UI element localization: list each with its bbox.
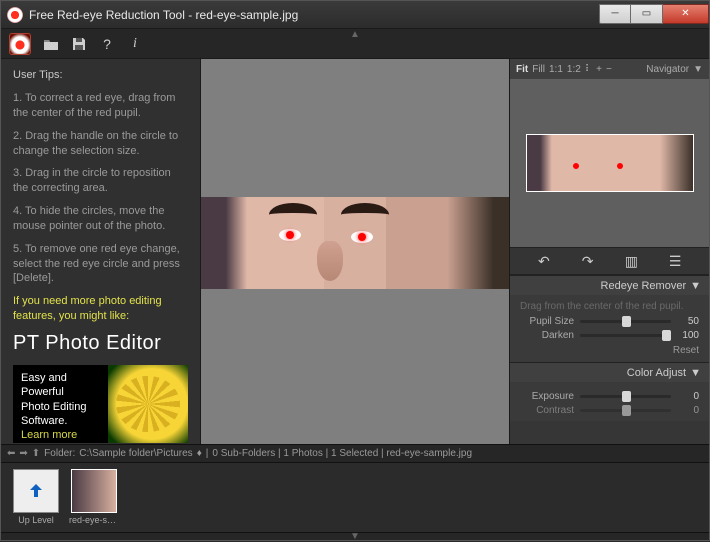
exposure-slider[interactable] (580, 395, 671, 398)
redeye-panel-header[interactable]: Redeye Remover ▼ (510, 275, 709, 295)
nav-up-icon[interactable]: ⬆ (32, 448, 40, 459)
promo-text: Easy and Powerful Photo Editing Software… (13, 365, 108, 443)
info-icon[interactable]: i (127, 36, 143, 52)
darken-value: 100 (677, 330, 699, 341)
promo-learn-more[interactable]: Learn more (21, 429, 77, 441)
color-panel-title: Color Adjust (627, 367, 686, 379)
app-logo-icon (9, 33, 31, 55)
redeye-panel-body: Drag from the center of the red pupil. P… (510, 295, 709, 362)
zoom-out-icon[interactable]: − (606, 64, 612, 75)
zoom-fit[interactable]: Fit (516, 64, 528, 75)
flip-vertical-icon[interactable]: ☰ (663, 253, 687, 270)
transform-toolbar: ↶ ↷ ▥ ☰ (510, 247, 709, 275)
tip-3: 3. Drag in the circle to reposition the … (13, 166, 188, 196)
filmstrip: Up Level red-eye-sa... (1, 462, 709, 532)
window-titlebar: Free Red-eye Reduction Tool - red-eye-sa… (1, 1, 709, 29)
redeye-reset-button[interactable]: Reset (520, 345, 699, 356)
pupil-size-value: 50 (677, 316, 699, 327)
zoom-menu-icon[interactable]: ⠇ (585, 64, 592, 75)
zoom-1-2[interactable]: 1:2 (567, 64, 581, 75)
folder-path[interactable]: C:\Sample folder\Pictures (79, 448, 192, 459)
navigator-thumb[interactable] (526, 134, 694, 192)
up-level-button[interactable]: Up Level (11, 469, 61, 526)
window-close-button[interactable]: ✕ (663, 4, 709, 24)
rotate-ccw-icon[interactable]: ↶ (532, 253, 556, 270)
chevron-down-icon[interactable]: ▼ (690, 367, 701, 379)
open-folder-icon[interactable] (43, 36, 59, 52)
thumbnail-label: red-eye-sa... (69, 515, 119, 525)
contrast-label: Contrast (520, 405, 574, 416)
photo-image[interactable] (201, 197, 509, 289)
folder-dropdown-icon[interactable]: ♦ (197, 448, 202, 459)
red-eye-right[interactable] (351, 231, 373, 243)
rotate-cw-icon[interactable]: ↷ (576, 253, 600, 270)
navigator-collapse-icon[interactable]: ▼ (693, 64, 703, 75)
navigator-preview[interactable] (510, 79, 709, 247)
contrast-value: 0 (677, 405, 699, 416)
contrast-slider[interactable] (580, 409, 671, 412)
zoom-fill[interactable]: Fill (532, 64, 545, 75)
tip-5: 5. To remove one red eye change, select … (13, 242, 188, 287)
navigator-header: Fit Fill 1:1 1:2 ⠇ + − Navigator ▼ (510, 59, 709, 79)
tip-2: 2. Drag the handle on the circle to chan… (13, 129, 188, 159)
nav-fwd-icon[interactable]: ➡ (19, 448, 27, 459)
bottom-gripper-icon[interactable]: ▼ (1, 532, 709, 540)
status-counts: 0 Sub-Folders | 1 Photos | 1 Selected | … (212, 448, 472, 459)
color-panel-body: Exposure 0 Contrast 0 (510, 382, 709, 421)
status-bar: ⬅ ➡ ⬆ Folder: C:\Sample folder\Pictures … (1, 444, 709, 462)
save-icon[interactable] (71, 36, 87, 52)
promo-lead: If you need more photo editing features,… (13, 294, 188, 324)
sunflower-icon (108, 365, 188, 443)
redeye-panel-title: Redeye Remover (601, 280, 687, 292)
tip-4: 4. To hide the circles, move the mouse p… (13, 204, 188, 234)
nav-back-icon[interactable]: ⬅ (7, 448, 15, 459)
exposure-value: 0 (677, 391, 699, 402)
darken-slider[interactable] (580, 334, 671, 337)
promo-title[interactable]: PT Photo Editor (13, 332, 188, 355)
up-level-label: Up Level (18, 515, 54, 525)
window-minimize-button[interactable]: ─ (599, 4, 631, 24)
promo-box[interactable]: Easy and Powerful Photo Editing Software… (13, 365, 188, 443)
tips-heading: User Tips: (13, 69, 188, 81)
top-gripper-icon[interactable]: ▲ (350, 29, 360, 40)
navigator-title: Navigator (646, 64, 689, 75)
window-title: Free Red-eye Reduction Tool - red-eye-sa… (29, 8, 599, 22)
zoom-in-icon[interactable]: + (596, 64, 602, 75)
redeye-hint: Drag from the center of the red pupil. (520, 301, 699, 312)
exposure-label: Exposure (520, 391, 574, 402)
right-panel: Fit Fill 1:1 1:2 ⠇ + − Navigator ▼ ↶ ↷ ▥ (509, 59, 709, 444)
app-eye-icon (7, 7, 23, 23)
chevron-down-icon[interactable]: ▼ (690, 280, 701, 292)
pupil-size-slider[interactable] (580, 320, 671, 323)
thumbnail-item[interactable]: red-eye-sa... (69, 469, 119, 526)
red-eye-left[interactable] (279, 229, 301, 241)
color-panel-header[interactable]: Color Adjust ▼ (510, 362, 709, 382)
tip-1: 1. To correct a red eye, drag from the c… (13, 91, 188, 121)
help-icon[interactable]: ? (99, 36, 115, 52)
left-tips-panel: User Tips: 1. To correct a red eye, drag… (1, 59, 201, 444)
window-maximize-button[interactable]: ▭ (631, 4, 663, 24)
darken-label: Darken (520, 330, 574, 341)
pupil-size-label: Pupil Size (520, 316, 574, 327)
folder-label: Folder: (44, 448, 75, 459)
photo-canvas[interactable] (201, 59, 509, 444)
main-toolbar: ? i ▲ (1, 29, 709, 59)
zoom-1-1[interactable]: 1:1 (549, 64, 563, 75)
flip-horizontal-icon[interactable]: ▥ (619, 253, 643, 270)
